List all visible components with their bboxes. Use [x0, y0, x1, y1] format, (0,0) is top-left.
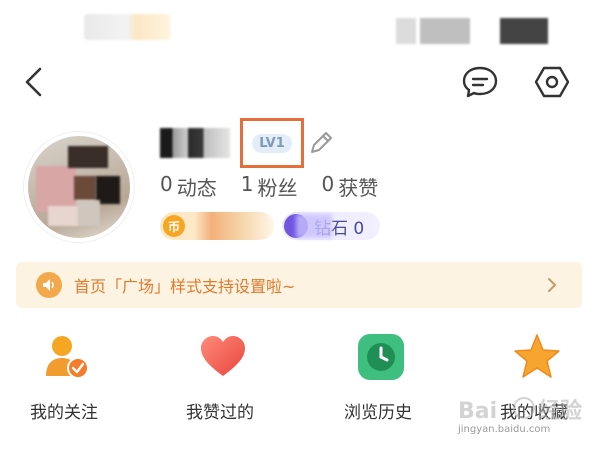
level-highlight-box: LV1 — [240, 118, 304, 168]
speaker-icon — [36, 272, 62, 298]
chevron-right-icon — [548, 278, 556, 292]
shortcut-grid: 我的关注 我赞过的 浏览历史 我的收藏 — [0, 330, 600, 430]
stat-count: 0 — [160, 172, 173, 196]
shortcut-label: 浏览历史 — [344, 403, 412, 423]
stat-label: 粉丝 — [257, 176, 298, 200]
status-time-obscured — [84, 14, 170, 40]
pencil-icon — [311, 132, 332, 153]
diamond-obscured — [296, 214, 332, 238]
status-bar — [0, 0, 600, 50]
shortcut-follow[interactable]: 我的关注 — [4, 330, 124, 430]
status-icons-obscured — [396, 18, 556, 44]
shortcut-label: 我的关注 — [30, 403, 98, 423]
level-badge: LV1 — [252, 133, 292, 153]
notice-text: 首页「广场」样式支持设置啦~ — [74, 277, 296, 296]
shortcut-history[interactable]: 浏览历史 — [318, 330, 438, 430]
message-icon — [462, 66, 498, 98]
stat-fans[interactable]: 1 粉丝 — [241, 172, 298, 201]
stat-posts[interactable]: 0 动态 — [160, 172, 217, 201]
clock-history-icon — [358, 334, 404, 380]
watermark-url: jingyan.baidu.com — [458, 424, 551, 435]
notice-banner[interactable]: 首页「广场」样式支持设置啦~ — [16, 262, 582, 308]
stat-label: 获赞 — [338, 176, 379, 200]
stat-count: 0 — [321, 172, 335, 196]
settings-button[interactable] — [532, 62, 572, 102]
avatar[interactable] — [24, 132, 134, 242]
heart-icon — [201, 336, 245, 376]
message-button[interactable] — [460, 64, 500, 100]
back-button[interactable] — [18, 64, 54, 100]
shortcut-label: 我赞过的 — [186, 403, 254, 423]
back-chevron-icon — [25, 67, 42, 97]
username-obscured — [160, 128, 230, 158]
shortcut-liked[interactable]: 我赞过的 — [160, 330, 280, 430]
shortcut-label: 我的收藏 — [500, 403, 568, 423]
edit-profile-button[interactable] — [306, 128, 336, 158]
star-icon — [514, 334, 560, 378]
profile-stats: 0 动态 1 粉丝 0 获赞 — [160, 172, 378, 201]
follow-person-icon — [46, 336, 89, 379]
stat-likes[interactable]: 0 获赞 — [321, 172, 378, 201]
settings-hexagon-icon — [534, 66, 570, 98]
shortcut-favorites[interactable]: 我的收藏 — [474, 330, 594, 430]
stat-label: 动态 — [176, 176, 217, 200]
coin-balance-pill[interactable]: 币 — [160, 212, 274, 240]
coin-icon: 币 — [163, 215, 185, 237]
stat-count: 1 — [240, 172, 254, 196]
